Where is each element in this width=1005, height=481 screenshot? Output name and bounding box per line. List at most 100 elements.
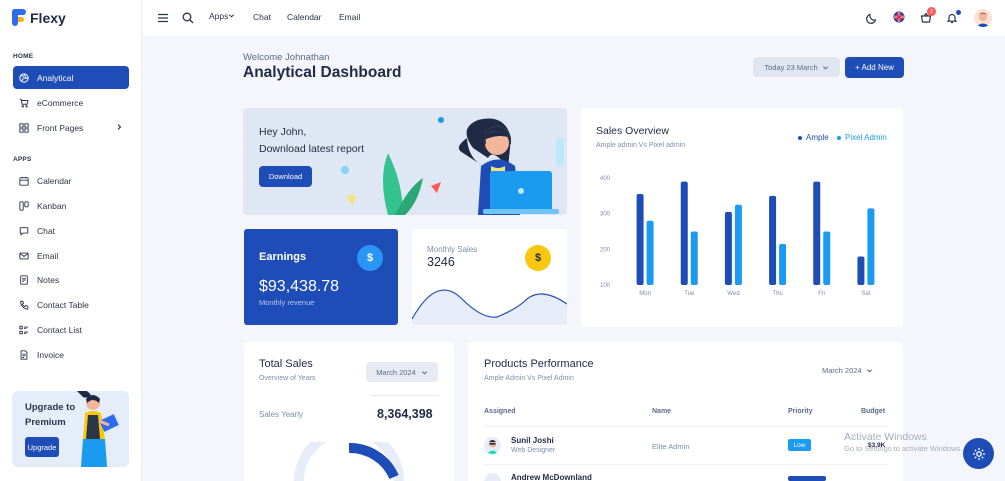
bar-pixel-admin-thu[interactable]: [779, 243, 787, 285]
search-icon[interactable]: [182, 12, 194, 24]
calendar-icon: [19, 176, 29, 186]
header-link-chat[interactable]: Chat: [253, 12, 271, 22]
cart-count-badge: 2: [927, 7, 936, 16]
sidebar-item-ecommerce[interactable]: eCommerce: [13, 91, 129, 114]
user-avatar-icon: [976, 12, 990, 27]
user-avatar[interactable]: [974, 9, 992, 27]
date-button[interactable]: Today 23 March: [753, 57, 840, 77]
bar-pixel-admin-sat[interactable]: [867, 208, 875, 285]
total-sales-month-select[interactable]: March 2024: [366, 362, 438, 382]
cart-icon: [19, 98, 29, 108]
bar-ample-sat[interactable]: [857, 256, 865, 285]
bar-pixel-admin-mon[interactable]: [646, 220, 654, 285]
settings-fab[interactable]: [963, 438, 994, 469]
y-tick-label: 400: [600, 176, 611, 182]
sunil-avatar-icon: [487, 440, 498, 454]
sales-overview-title: Sales Overview: [596, 125, 669, 137]
products-subtitle: Ample Admin Vs Pixel Admin: [484, 375, 574, 382]
row-role: Web Designer: [511, 447, 556, 454]
section-title-home: HOME: [13, 53, 34, 60]
activate-windows-subtitle: Go to Settings to activate Windows.: [844, 444, 963, 453]
monthly-sales-value: 3246: [427, 255, 455, 269]
sidebar: Flexy HOME Analytical eCommerce Front Pa…: [0, 0, 142, 481]
flexy-logo-icon: [12, 9, 26, 26]
add-new-button[interactable]: + Add New: [845, 57, 904, 78]
header-link-calendar[interactable]: Calendar: [287, 12, 322, 22]
upgrade-button[interactable]: Upgrade: [25, 437, 59, 457]
x-tick-label: Fri: [818, 291, 825, 297]
row-name: Sunil Joshi: [511, 436, 554, 445]
column-name: Name: [652, 408, 672, 415]
sidebar-item-front-pages[interactable]: Front Pages: [13, 116, 129, 139]
moon-icon[interactable]: [866, 12, 878, 24]
monthly-sales-label: Monthly Sales: [427, 245, 478, 254]
x-tick-label: Mon: [639, 291, 651, 297]
priority-badge: [788, 476, 826, 481]
y-tick-label: 300: [600, 212, 611, 218]
avatar: [484, 437, 501, 454]
y-tick-label: 100: [600, 283, 611, 289]
app-name: Flexy: [30, 9, 66, 26]
divider: [371, 395, 439, 396]
total-sales-title: Total Sales: [259, 358, 313, 370]
bar-ample-wed[interactable]: [724, 211, 732, 285]
upgrade-card: Upgrade to Premium Upgrade: [12, 391, 129, 467]
chat-icon: [19, 226, 29, 236]
sales-bar-chart: 100 200 300 400 Mon Tue Wed Thu Fri Sat: [600, 176, 875, 297]
x-tick-label: Sat: [861, 291, 870, 297]
monthly-sales-card: Monthly Sales 3246 $: [412, 229, 567, 325]
total-sales-card: Total Sales Overview of Years March 2024…: [244, 342, 454, 481]
support-agent-illustration: [341, 117, 564, 215]
priority-badge: Low: [788, 439, 811, 451]
uk-flag-icon[interactable]: [893, 11, 905, 23]
header-link-email[interactable]: Email: [339, 12, 360, 22]
sidebar-item-analytical[interactable]: Analytical: [13, 66, 129, 89]
sidebar-item-calendar[interactable]: Calendar: [13, 169, 129, 192]
legend-pixel-admin: Pixel Admin: [837, 133, 887, 142]
sales-overview-subtitle: Ample admin Vs Pixel admin: [596, 142, 686, 149]
chevron-down-icon: [822, 65, 828, 70]
woman-laptop-illustration: [77, 391, 119, 467]
column-budget: Budget: [861, 408, 886, 415]
download-button[interactable]: Download: [259, 166, 312, 187]
bar-pixel-admin-fri[interactable]: [823, 231, 831, 286]
chevron-right-icon: [117, 124, 122, 130]
earnings-card: Earnings $ $93,438.78 Monthly revenue: [244, 229, 398, 325]
bar-ample-mon[interactable]: [636, 194, 644, 285]
chevron-down-icon: [229, 14, 235, 18]
x-tick-label: Thu: [772, 291, 782, 297]
sidebar-item-notes[interactable]: Notes: [13, 268, 129, 291]
products-title: Products Performance: [484, 358, 594, 370]
sidebar-item-invoice[interactable]: Invoice: [13, 343, 129, 366]
row-divider: [484, 464, 887, 465]
bar-ample-fri[interactable]: [813, 181, 821, 285]
sidebar-item-chat[interactable]: Chat: [13, 219, 129, 242]
sales-yearly-label: Sales Yearly: [259, 410, 304, 419]
header-divider: [484, 426, 887, 427]
sidebar-item-contact-list[interactable]: Contact List: [13, 318, 129, 341]
column-assigned: Assigned: [484, 408, 516, 415]
top-header: Apps Chat Calendar Email 2: [143, 0, 1005, 36]
products-month-select[interactable]: March 2024: [822, 366, 873, 375]
bar-ample-tue[interactable]: [680, 181, 688, 285]
menu-icon[interactable]: [157, 12, 169, 24]
sidebar-item-contact-table[interactable]: Contact Table: [13, 293, 129, 316]
sidebar-item-email[interactable]: Email: [13, 244, 129, 267]
chevron-down-icon: [421, 370, 427, 375]
y-tick-label: 200: [600, 247, 611, 253]
invoice-icon: [20, 349, 28, 360]
monthly-sales-sparkline: [412, 289, 567, 325]
welcome-text: Welcome Johnathan: [243, 52, 330, 63]
earnings-subtitle: Monthly revenue: [259, 298, 315, 307]
x-tick-label: Wed: [727, 291, 739, 297]
sidebar-item-kanban[interactable]: Kanban: [13, 194, 129, 217]
dollar-icon: $: [357, 245, 383, 271]
legend-ample: Ample: [798, 133, 829, 142]
app-logo[interactable]: Flexy: [12, 9, 66, 26]
header-link-apps[interactable]: Apps: [209, 11, 235, 21]
dollar-icon: $: [525, 245, 551, 271]
bar-pixel-admin-wed[interactable]: [734, 204, 742, 285]
total-sales-subtitle: Overview of Years: [259, 375, 316, 382]
bar-ample-thu[interactable]: [769, 195, 777, 285]
bar-pixel-admin-tue[interactable]: [690, 231, 698, 286]
